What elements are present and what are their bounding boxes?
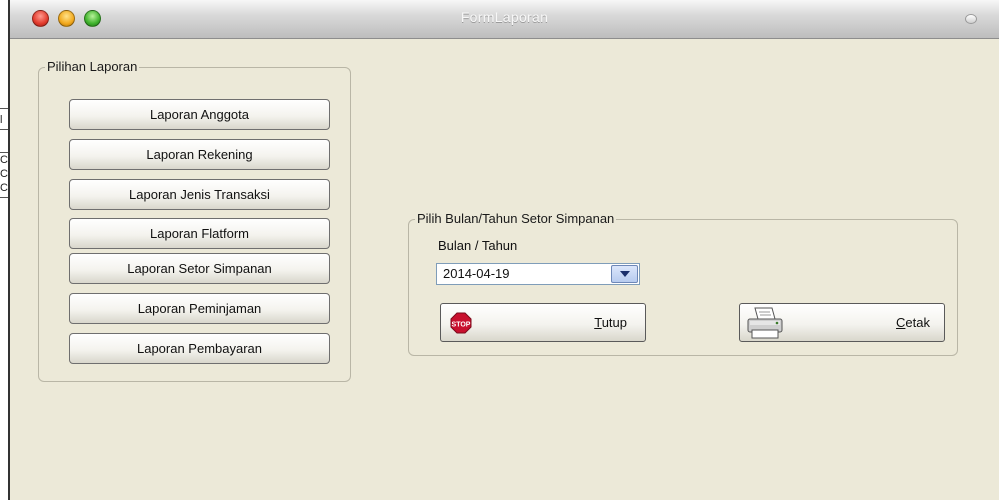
laporan-flatform-label: Laporan Flatform bbox=[150, 226, 249, 241]
chevron-down-icon bbox=[619, 271, 630, 277]
date-value: 2014-04-19 bbox=[443, 266, 510, 281]
printer-icon bbox=[747, 307, 783, 338]
date-dropdown-button[interactable] bbox=[611, 265, 638, 283]
toolbar-toggle-icon[interactable] bbox=[965, 14, 977, 24]
laporan-jenis-transaksi-button[interactable]: Laporan Jenis Transaksi bbox=[69, 179, 330, 210]
tutup-mnemonic: T bbox=[594, 315, 602, 330]
laporan-setor-simpanan-label: Laporan Setor Simpanan bbox=[127, 261, 272, 276]
deposit-period-group-label: Pilih Bulan/Tahun Setor Simpanan bbox=[415, 211, 617, 227]
laporan-flatform-button[interactable]: Laporan Flatform bbox=[69, 218, 330, 249]
window-title: FormLaporan bbox=[460, 9, 549, 25]
stop-sign-icon: STOP bbox=[450, 312, 472, 333]
tutup-button[interactable]: STOP Tutup bbox=[440, 303, 646, 342]
laporan-setor-simpanan-button[interactable]: Laporan Setor Simpanan bbox=[69, 253, 330, 284]
cetak-label: Cetak bbox=[896, 315, 930, 330]
laporan-rekening-button[interactable]: Laporan Rekening bbox=[69, 139, 330, 170]
report-options-group-label: Pilihan Laporan bbox=[45, 59, 140, 75]
cetak-mnemonic: C bbox=[896, 315, 906, 330]
laporan-rekening-label: Laporan Rekening bbox=[146, 147, 253, 162]
title-bar[interactable]: FormLaporan bbox=[10, 0, 999, 39]
background-text: l bbox=[0, 114, 3, 126]
laporan-peminjaman-label: Laporan Peminjaman bbox=[137, 301, 262, 316]
cetak-button[interactable]: Cetak bbox=[739, 303, 945, 342]
laporan-peminjaman-button[interactable]: Laporan Peminjaman bbox=[69, 293, 330, 324]
cetak-label-rest: etak bbox=[905, 315, 930, 330]
laporan-pembayaran-button[interactable]: Laporan Pembayaran bbox=[69, 333, 330, 364]
form-laporan-window: FormLaporan Pilihan Laporan Laporan Angg… bbox=[8, 0, 999, 500]
stop-sign-text: STOP bbox=[452, 321, 471, 328]
tutup-label-rest: utup bbox=[601, 315, 627, 330]
month-year-date-picker[interactable]: 2014-04-19 bbox=[436, 263, 640, 285]
tutup-label: Tutup bbox=[594, 315, 627, 330]
laporan-anggota-label: Laporan Anggota bbox=[149, 107, 250, 122]
laporan-jenis-transaksi-label: Laporan Jenis Transaksi bbox=[129, 187, 270, 202]
month-year-label: Bulan / Tahun bbox=[438, 238, 518, 253]
laporan-anggota-button[interactable]: Laporan Anggota bbox=[69, 99, 330, 130]
laporan-pembayaran-label: Laporan Pembayaran bbox=[136, 341, 263, 356]
